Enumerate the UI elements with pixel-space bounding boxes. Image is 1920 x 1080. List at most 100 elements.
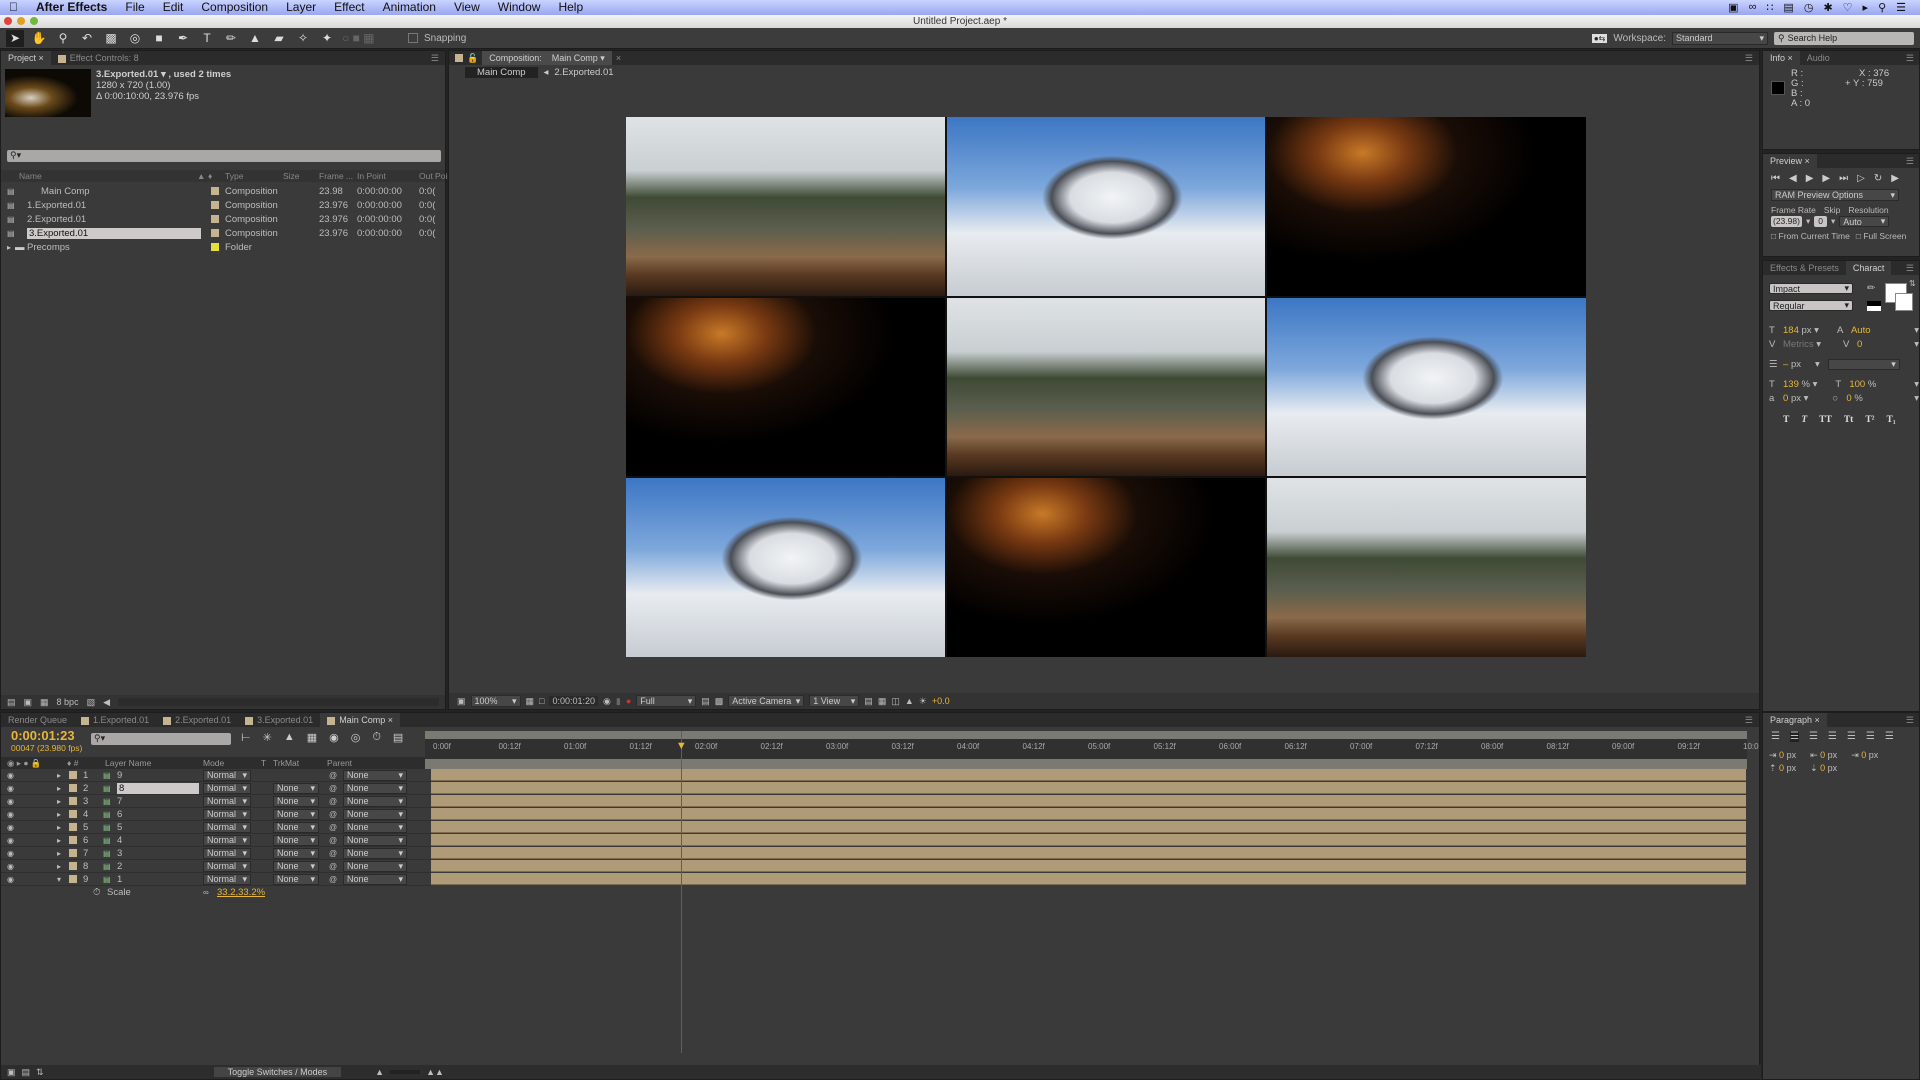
layer-name[interactable]: 9 — [117, 770, 122, 781]
camera-select[interactable]: Active Camera ▾ — [728, 695, 805, 707]
item-name[interactable]: 3.Exported.01 ▾ , used 2 times — [96, 69, 231, 80]
menu-view[interactable]: View — [445, 0, 489, 15]
zoom-window-button[interactable] — [30, 17, 38, 25]
layer-duration-bar[interactable] — [431, 769, 1746, 781]
skip-field[interactable]: 0 — [1814, 216, 1827, 227]
video-frame-bmx[interactable] — [626, 117, 945, 296]
leading-value[interactable]: Auto — [1851, 325, 1871, 336]
tab-paragraph[interactable]: Paragraph × — [1763, 713, 1827, 727]
label-swatch[interactable] — [211, 201, 219, 209]
timeline-search-input[interactable]: ⚲▾ — [91, 733, 231, 745]
current-time[interactable]: 0:00:01:23 — [11, 729, 82, 742]
parent-select[interactable]: None ▾ — [343, 795, 407, 807]
playhead-line[interactable] — [680, 731, 682, 1053]
layer-row[interactable]: ◉ ▸ 8 ▤ 2 Normal ▾ None ▾ @ None ▾ — [1, 860, 431, 873]
play-icon[interactable]: ▶ — [1806, 173, 1814, 184]
new-folder-icon[interactable]: ▣ — [24, 697, 33, 708]
parent-select[interactable]: None ▾ — [343, 808, 407, 820]
color-channels-icon[interactable]: ● — [626, 696, 631, 706]
label-swatch[interactable] — [69, 875, 77, 883]
blend-mode-select[interactable]: Normal ▾ — [203, 782, 251, 794]
layer-name[interactable]: 6 — [117, 809, 122, 820]
video-frame-bmx[interactable] — [946, 297, 1266, 477]
layer-duration-bar[interactable] — [431, 808, 1746, 820]
column-layer-name[interactable]: Layer Name — [105, 758, 151, 768]
layer-row[interactable]: ◉ ▸ 2 ▤ 8 Normal ▾ None ▾ @ None ▾ — [1, 782, 431, 795]
project-item[interactable]: ▸ ▬ Precomps Folder — [1, 240, 435, 254]
parent-select[interactable]: None ▾ — [343, 873, 407, 885]
workspace-sync-icon[interactable]: ●⇆ — [1591, 33, 1608, 43]
blend-mode-select[interactable]: Normal ▾ — [203, 873, 251, 885]
label-swatch[interactable] — [211, 243, 219, 251]
preview-resolution-select[interactable]: Auto ▾ — [1839, 216, 1890, 227]
indent-left[interactable]: ⇥ 0 px — [1769, 749, 1796, 762]
align-right-icon[interactable]: ☰ — [1809, 731, 1818, 742]
search-help-input[interactable]: ⚲ Search Help — [1774, 31, 1914, 45]
menu-file[interactable]: File — [116, 0, 153, 15]
panel-menu-icon[interactable]: ☰ — [1906, 156, 1919, 167]
scroll-left-icon[interactable]: ◀ — [103, 697, 110, 708]
track-matte-select[interactable]: None ▾ — [273, 834, 319, 846]
menu-app[interactable]: After Effects — [27, 0, 116, 15]
baseline-shift-value[interactable]: 0 — [1783, 393, 1788, 404]
expand-arrow-icon[interactable]: ▸ — [7, 243, 11, 252]
layer-duration-bar[interactable] — [431, 860, 1746, 872]
justify-last-center-icon[interactable]: ☰ — [1847, 731, 1856, 742]
layer-name[interactable]: 2 — [117, 861, 122, 872]
expand-arrow-icon[interactable]: ▸ — [57, 771, 61, 780]
space-after[interactable]: ⇣ 0 px — [1810, 762, 1837, 775]
layer-row[interactable]: ◉ ▾ 9 ▤ 1 Normal ▾ None ▾ @ None ▾ — [1, 873, 431, 886]
timeline-timecode[interactable]: 0:00:01:23 00047 (23.980 fps) — [11, 729, 82, 754]
layer-duration-bar[interactable] — [431, 782, 1746, 794]
column-in-point[interactable]: In Point — [357, 171, 386, 181]
close-window-button[interactable] — [4, 17, 12, 25]
track-matte-select[interactable]: None ▾ — [273, 847, 319, 859]
pick-whip-icon[interactable]: @ — [329, 810, 337, 819]
camera-icon[interactable]: ▣ — [1728, 1, 1738, 14]
trash-icon[interactable]: ▧ — [87, 697, 96, 708]
expand-arrow-icon[interactable]: ▸ — [57, 836, 61, 845]
kerning-value[interactable]: Metrics — [1783, 339, 1814, 350]
column-frame-rate[interactable]: Frame ... — [319, 171, 353, 181]
puppet-pin-tool-icon[interactable]: ✦ — [318, 30, 336, 47]
menu-help[interactable]: Help — [549, 0, 592, 15]
in-out-icon[interactable]: ⇅ — [30, 1067, 44, 1078]
view-layout-select[interactable]: 1 View ▾ — [809, 695, 860, 707]
eye-icon[interactable]: ◉ — [7, 784, 14, 793]
time-machine-icon[interactable]: ◷ — [1804, 1, 1814, 14]
property-row-scale[interactable]: ⏱ Scale ∞ 33.2,33.2% — [1, 886, 431, 899]
list-icon[interactable]: ☰ — [1896, 1, 1906, 14]
creative-cloud-icon[interactable]: ∞ — [1749, 1, 1757, 14]
eye-icon[interactable]: ◉ — [7, 797, 14, 806]
ram-preview-options-select[interactable]: RAM Preview Options ▾ — [1771, 189, 1899, 201]
exposure-icon[interactable]: ☀ — [919, 696, 927, 707]
expand-arrow-icon[interactable]: ▸ — [57, 810, 61, 819]
layer-duration-bar[interactable] — [431, 847, 1746, 859]
layer-row[interactable]: ◉ ▸ 7 ▤ 3 Normal ▾ None ▾ @ None ▾ — [1, 847, 431, 860]
video-frame-hand[interactable] — [946, 478, 1266, 657]
column-parent[interactable]: Parent — [327, 758, 352, 768]
blend-mode-select[interactable]: Normal ▾ — [203, 769, 251, 781]
layer-name[interactable]: 3 — [117, 848, 122, 859]
column-t[interactable]: T — [261, 758, 266, 768]
track-matte-select[interactable]: None ▾ — [273, 860, 319, 872]
label-swatch[interactable] — [211, 215, 219, 223]
track-matte-select[interactable]: None ▾ — [273, 821, 319, 833]
panel-menu-icon[interactable]: ☰ — [1745, 715, 1759, 726]
zoom-tool-icon[interactable]: ⚲ — [54, 30, 72, 47]
menu-layer[interactable]: Layer — [277, 0, 325, 15]
pick-whip-icon[interactable]: @ — [329, 862, 337, 871]
label-swatch[interactable] — [211, 229, 219, 237]
pixel-aspect-icon[interactable]: ▤ — [864, 696, 873, 707]
full-screen-checkbox[interactable]: □ Full Screen — [1856, 231, 1907, 241]
rectangle-tool-icon[interactable]: ■ — [150, 30, 168, 47]
pick-whip-icon[interactable]: @ — [329, 823, 337, 832]
expand-arrow-icon[interactable]: ▸ — [57, 797, 61, 806]
align-left-icon[interactable]: ☰ — [1771, 731, 1780, 742]
eye-icon[interactable]: ◉ — [7, 862, 14, 871]
apple-icon[interactable]:  — [0, 0, 27, 15]
motion-blur-icon[interactable]: ◉ — [329, 731, 339, 744]
composition-viewer[interactable] — [626, 117, 1586, 657]
roto-brush-tool-icon[interactable]: ✧ — [294, 30, 312, 47]
horizontal-scrollbar[interactable] — [118, 698, 439, 706]
